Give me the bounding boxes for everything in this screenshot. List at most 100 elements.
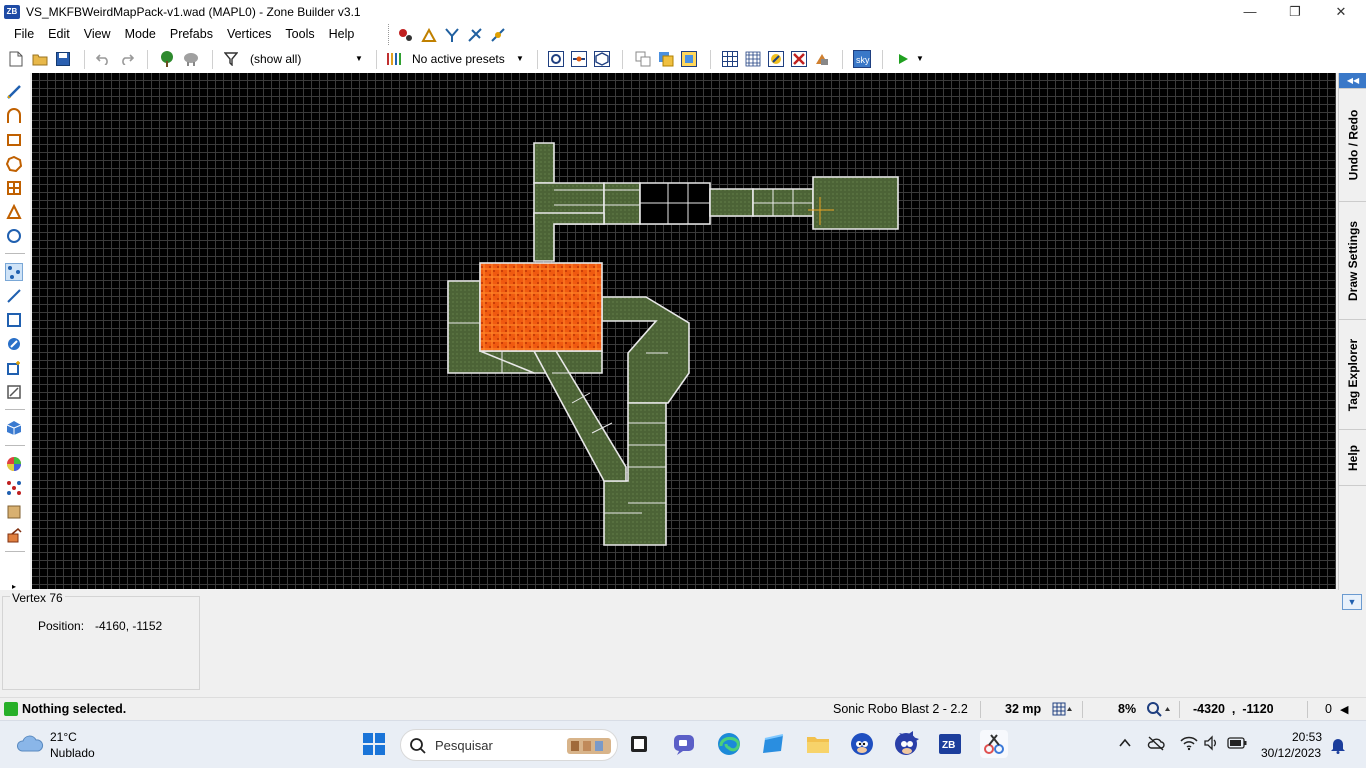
test-map-play-icon[interactable] bbox=[894, 50, 912, 68]
menu-view[interactable]: View bbox=[77, 23, 118, 46]
paste-properties-icon[interactable] bbox=[657, 50, 675, 68]
color-picker-icon[interactable] bbox=[5, 455, 23, 473]
menu-mode[interactable]: Mode bbox=[118, 23, 163, 46]
sectors-mode-icon[interactable] bbox=[5, 311, 23, 329]
view-normal-icon[interactable] bbox=[547, 50, 565, 68]
status-separator bbox=[980, 701, 981, 718]
wifi-icon[interactable] bbox=[1180, 735, 1198, 754]
draw-triangle-icon[interactable] bbox=[5, 203, 23, 221]
chevron-down-icon[interactable]: ▼ bbox=[516, 54, 524, 63]
store-icon[interactable] bbox=[760, 730, 788, 758]
chevron-down-icon[interactable]: ▼ bbox=[355, 54, 363, 63]
sector[interactable] bbox=[603, 182, 641, 225]
sonic-launcher-icon[interactable] bbox=[892, 730, 920, 758]
grid-toggle-icon[interactable] bbox=[721, 50, 739, 68]
save-map-icon[interactable] bbox=[54, 50, 72, 68]
sector[interactable] bbox=[709, 188, 754, 217]
tab-draw-settings[interactable]: Draw Settings bbox=[1339, 202, 1366, 320]
restore-button[interactable]: ❐ bbox=[1272, 0, 1318, 23]
tab-undo-redo[interactable]: Undo / Redo bbox=[1339, 89, 1366, 202]
battery-icon[interactable] bbox=[1227, 736, 1247, 753]
curve-lines-icon[interactable] bbox=[420, 26, 438, 44]
draw-lines-icon[interactable] bbox=[5, 83, 23, 101]
selected-lava-sector[interactable] bbox=[479, 262, 603, 352]
things-filter-grey-icon[interactable] bbox=[182, 50, 200, 68]
draw-circle-icon[interactable] bbox=[5, 227, 23, 245]
split-lines-icon[interactable] bbox=[443, 26, 461, 44]
grid-snap-icon[interactable] bbox=[744, 50, 762, 68]
join-lines-icon[interactable] bbox=[466, 26, 484, 44]
things-mode-icon[interactable] bbox=[5, 335, 23, 353]
map-geometry[interactable] bbox=[32, 73, 1336, 589]
new-map-icon[interactable] bbox=[7, 50, 25, 68]
file-explorer-icon[interactable] bbox=[804, 730, 832, 758]
tab-help[interactable]: Help bbox=[1339, 430, 1366, 486]
chevron-up-icon[interactable] bbox=[1118, 736, 1132, 753]
sonic-robo-blast-icon[interactable] bbox=[848, 730, 876, 758]
presets-select[interactable]: No active presets bbox=[412, 52, 505, 66]
linedefs-mode-icon[interactable] bbox=[5, 287, 23, 305]
redo-icon[interactable] bbox=[118, 50, 136, 68]
view-3d-icon[interactable] bbox=[593, 50, 611, 68]
map-canvas[interactable] bbox=[32, 73, 1336, 589]
menu-prefabs[interactable]: Prefabs bbox=[163, 23, 220, 46]
edit-selection-icon[interactable] bbox=[5, 383, 23, 401]
draw-curve-icon[interactable] bbox=[5, 107, 23, 125]
menu-help[interactable]: Help bbox=[322, 23, 362, 46]
weather-temp[interactable]: 21°C bbox=[50, 730, 77, 744]
zone-builder-icon[interactable]: ZB bbox=[936, 730, 964, 758]
auto-merge-icon[interactable] bbox=[767, 50, 785, 68]
warnings-arrow-icon[interactable]: ◀ bbox=[1340, 703, 1348, 716]
menu-edit[interactable]: Edit bbox=[41, 23, 77, 46]
draw-grid-icon[interactable] bbox=[5, 179, 23, 197]
draw-rectangle-icon[interactable] bbox=[5, 131, 23, 149]
make-sectors-icon[interactable] bbox=[5, 359, 23, 377]
dock-collapse-button[interactable]: ◀◀ bbox=[1339, 73, 1366, 89]
weather-cloud-icon[interactable] bbox=[16, 733, 44, 756]
vertices-mode-icon[interactable] bbox=[5, 263, 23, 281]
minimize-button[interactable]: — bbox=[1227, 0, 1273, 23]
sector[interactable] bbox=[601, 296, 690, 404]
paste-special-icon[interactable] bbox=[680, 50, 698, 68]
menu-tools[interactable]: Tools bbox=[278, 23, 321, 46]
menu-vertices[interactable]: Vertices bbox=[220, 23, 278, 46]
sector[interactable] bbox=[533, 142, 555, 184]
edge-browser-icon[interactable] bbox=[715, 730, 743, 758]
clock-date[interactable]: 30/12/2023 bbox=[1261, 746, 1321, 760]
view-brightness-icon[interactable] bbox=[570, 50, 588, 68]
clock-time[interactable]: 20:53 bbox=[1292, 730, 1322, 744]
expand-info-panel-icon[interactable]: ▼ bbox=[1342, 594, 1362, 610]
notification-bell-icon[interactable] bbox=[1330, 736, 1346, 757]
chevron-down-icon[interactable]: ▼ bbox=[916, 54, 924, 63]
cloud-offline-icon[interactable] bbox=[1147, 735, 1165, 754]
open-map-icon[interactable] bbox=[31, 50, 49, 68]
tab-tag-explorer[interactable]: Tag Explorer bbox=[1339, 320, 1366, 430]
texture-align-icon[interactable] bbox=[5, 503, 23, 521]
fullbright-icon[interactable] bbox=[813, 50, 831, 68]
teams-chat-icon[interactable] bbox=[670, 730, 698, 758]
task-view-icon[interactable] bbox=[625, 730, 653, 758]
taskbar-search-box[interactable]: Pesquisar bbox=[400, 729, 618, 761]
menu-file[interactable]: File bbox=[0, 23, 41, 46]
draw-ellipse-icon[interactable] bbox=[5, 155, 23, 173]
snap-vertex-icon[interactable] bbox=[397, 26, 415, 44]
copy-properties-icon[interactable] bbox=[634, 50, 652, 68]
scatter-things-icon[interactable] bbox=[5, 479, 23, 497]
windows-start-icon[interactable] bbox=[360, 730, 388, 758]
highlight-icon[interactable] bbox=[790, 50, 808, 68]
zoom-icon[interactable] bbox=[1146, 701, 1172, 720]
grid-settings-icon[interactable] bbox=[1052, 702, 1072, 719]
sky-toggle-icon[interactable]: sky bbox=[853, 50, 871, 68]
things-filter-select[interactable]: (show all) bbox=[250, 52, 301, 66]
visual-mode-icon[interactable] bbox=[5, 419, 23, 437]
volume-icon[interactable] bbox=[1203, 735, 1219, 754]
sound-env-icon[interactable] bbox=[5, 527, 23, 545]
snipping-tool-icon[interactable] bbox=[980, 730, 1008, 758]
sector[interactable] bbox=[812, 176, 899, 230]
close-button[interactable]: ✕ bbox=[1318, 0, 1364, 23]
undo-icon[interactable] bbox=[94, 50, 112, 68]
weather-desc[interactable]: Nublado bbox=[50, 746, 95, 760]
sector[interactable] bbox=[533, 212, 605, 262]
things-filter-tree-icon[interactable] bbox=[158, 50, 176, 68]
flip-lines-icon[interactable] bbox=[489, 26, 507, 44]
